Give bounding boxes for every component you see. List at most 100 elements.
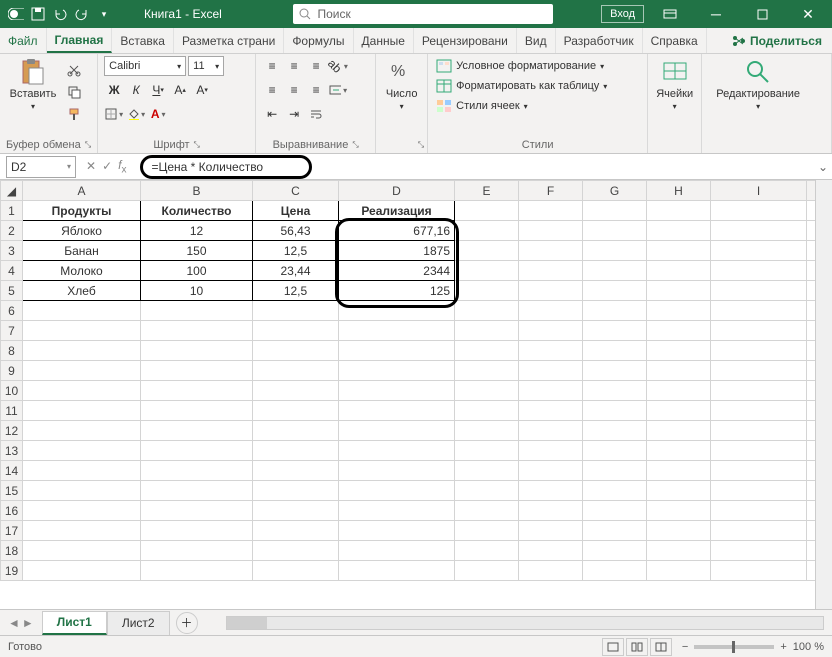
sheet-tab-1[interactable]: Лист1 [42, 611, 107, 635]
sheet-nav-next[interactable]: ► [22, 616, 34, 630]
close-button[interactable]: ✕ [788, 0, 828, 28]
cell[interactable] [647, 281, 711, 301]
cell[interactable] [711, 401, 807, 421]
format-painter-button[interactable] [64, 104, 84, 124]
sheet-nav-prev[interactable]: ◄ [8, 616, 20, 630]
cell[interactable]: 125 [339, 281, 455, 301]
horizontal-scrollbar[interactable] [226, 616, 824, 630]
tab-help[interactable]: Справка [643, 28, 707, 53]
cell[interactable]: Цена [253, 201, 339, 221]
col-header-D[interactable]: D [339, 181, 455, 201]
cell[interactable] [253, 361, 339, 381]
cell[interactable] [519, 321, 583, 341]
cell[interactable] [141, 541, 253, 561]
ribbon-options-icon[interactable] [650, 0, 690, 28]
row-header[interactable]: 14 [1, 461, 23, 481]
cell[interactable] [455, 501, 519, 521]
cell[interactable] [253, 381, 339, 401]
row-header[interactable]: 11 [1, 401, 23, 421]
align-bottom-button[interactable]: ≡ [306, 56, 326, 76]
cell[interactable]: Количество [141, 201, 253, 221]
cell[interactable] [339, 441, 455, 461]
cell[interactable]: 12 [141, 221, 253, 241]
view-page-break-button[interactable] [650, 638, 672, 656]
cell[interactable] [647, 401, 711, 421]
save-icon[interactable] [30, 6, 46, 22]
cell[interactable] [23, 461, 141, 481]
underline-button[interactable]: Ч▾ [148, 80, 168, 100]
cell[interactable] [519, 481, 583, 501]
sheet-table[interactable]: ◢ A B C D E F G H I 1 Продукты Количеств… [0, 180, 823, 581]
vertical-scrollbar[interactable] [815, 180, 832, 609]
accept-formula-icon[interactable]: ✓ [102, 159, 112, 173]
cell[interactable] [711, 261, 807, 281]
cell[interactable] [141, 441, 253, 461]
cell[interactable] [519, 381, 583, 401]
cell[interactable] [339, 461, 455, 481]
cell[interactable] [711, 461, 807, 481]
add-sheet-button[interactable]: ＋ [176, 612, 198, 634]
tab-insert[interactable]: Вставка [112, 28, 174, 53]
view-page-layout-button[interactable] [626, 638, 648, 656]
minimize-button[interactable]: ─ [696, 0, 736, 28]
cell[interactable] [141, 481, 253, 501]
cell[interactable] [455, 541, 519, 561]
align-left-button[interactable]: ≡ [262, 80, 282, 100]
cell[interactable] [583, 341, 647, 361]
copy-button[interactable] [64, 82, 84, 102]
align-top-button[interactable]: ≡ [262, 56, 282, 76]
row-header[interactable]: 16 [1, 501, 23, 521]
border-button[interactable] [104, 104, 124, 124]
cell[interactable] [711, 301, 807, 321]
row-header[interactable]: 18 [1, 541, 23, 561]
cell[interactable] [647, 201, 711, 221]
cell[interactable] [23, 341, 141, 361]
cell[interactable] [455, 281, 519, 301]
zoom-level[interactable]: 100 % [793, 641, 824, 653]
cell[interactable]: 12,5 [253, 281, 339, 301]
row-header[interactable]: 13 [1, 441, 23, 461]
decrease-font-button[interactable]: A▾ [192, 80, 212, 100]
cell[interactable]: 1875 [339, 241, 455, 261]
cell[interactable] [519, 301, 583, 321]
cell[interactable] [253, 541, 339, 561]
row-header[interactable]: 9 [1, 361, 23, 381]
row-header[interactable]: 19 [1, 561, 23, 581]
cell[interactable] [647, 461, 711, 481]
cell[interactable] [711, 481, 807, 501]
cell[interactable]: Яблоко [23, 221, 141, 241]
cell[interactable] [455, 401, 519, 421]
cell-styles-button[interactable]: Стили ячеек▾ [434, 98, 530, 114]
formula-input[interactable]: =Цена * Количество [140, 155, 312, 179]
cell[interactable] [519, 201, 583, 221]
cell[interactable] [339, 321, 455, 341]
cell[interactable] [455, 321, 519, 341]
cell[interactable] [455, 301, 519, 321]
cell[interactable] [647, 541, 711, 561]
cell[interactable] [253, 501, 339, 521]
login-button[interactable]: Вход [601, 5, 644, 23]
zoom-in-button[interactable]: + [780, 641, 786, 653]
cell[interactable] [519, 541, 583, 561]
tab-review[interactable]: Рецензировани [414, 28, 517, 53]
cancel-formula-icon[interactable]: ✕ [86, 159, 96, 173]
paste-button[interactable]: Вставить ▾ [6, 56, 60, 111]
col-header-I[interactable]: I [711, 181, 807, 201]
share-button[interactable]: Поделиться [722, 28, 832, 53]
cell[interactable] [455, 261, 519, 281]
row-header[interactable]: 10 [1, 381, 23, 401]
row-header[interactable]: 4 [1, 261, 23, 281]
row-header[interactable]: 17 [1, 521, 23, 541]
cell[interactable] [711, 241, 807, 261]
cell[interactable] [519, 421, 583, 441]
cell[interactable] [519, 361, 583, 381]
cell[interactable] [583, 401, 647, 421]
cell[interactable] [583, 501, 647, 521]
cell[interactable] [711, 521, 807, 541]
cell[interactable] [519, 261, 583, 281]
row-header[interactable]: 7 [1, 321, 23, 341]
fx-icon[interactable]: fx [118, 158, 126, 175]
cell[interactable] [23, 301, 141, 321]
cell[interactable] [141, 341, 253, 361]
cell[interactable] [253, 521, 339, 541]
